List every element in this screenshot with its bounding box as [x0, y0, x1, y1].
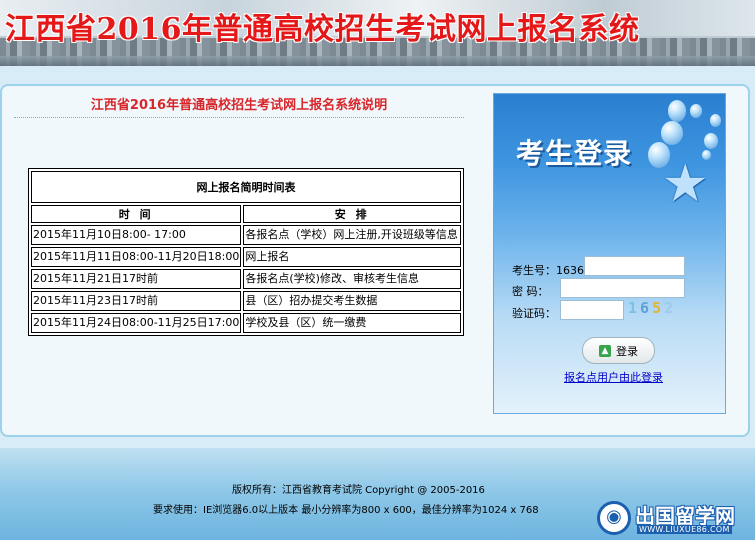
site-user-login-link[interactable]: 报名点用户由此登录	[564, 369, 663, 385]
table-row: 2015年11月11日08:00-11月20日18:00 网上报名	[31, 247, 461, 267]
row-arrangement: 各报名点（学校）网上注册,开设班级等信息	[243, 225, 461, 245]
exam-no-input[interactable]	[584, 256, 685, 276]
row-time: 2015年11月10日8:00- 17:00	[31, 225, 242, 245]
bubble-decoration	[704, 133, 718, 149]
bubble-decoration	[710, 114, 721, 127]
captcha-label: 验证码：	[512, 307, 556, 320]
row-arrangement: 各报名点(学校)修改、审核考生信息	[243, 269, 461, 289]
row-arrangement: 网上报名	[243, 247, 461, 267]
bubble-decoration	[690, 104, 702, 118]
row-time: 2015年11月23日17时前	[31, 291, 242, 311]
table-row: 2015年11月21日17时前 各报名点(学校)修改、审核考生信息	[31, 269, 461, 289]
bubble-decoration	[668, 100, 686, 122]
captcha-digit: 5	[652, 299, 665, 317]
header-arrangement: 安 排	[243, 205, 461, 223]
row-time: 2015年11月24日08:00-11月25日17:00	[31, 313, 242, 333]
password-label: 密 码：	[512, 285, 549, 298]
intro-title: 江西省2016年普通高校招生考试网上报名系统说明	[90, 98, 388, 113]
row-arrangement: 县（区）招办提交考生数据	[243, 291, 461, 311]
captcha-digit: 6	[640, 299, 653, 317]
watermark-url: WWW.LIUXUE86.COM	[637, 525, 732, 534]
schedule-table: 网上报名简明时间表 时 间 安 排 2015年11月10日8:00- 17:00…	[28, 168, 464, 336]
copyright-text: 版权所有：江西省教育考试院 Copyright @ 2005-2016	[232, 485, 485, 496]
table-row: 2015年11月23日17时前 县（区）招办提交考生数据	[31, 291, 461, 311]
row-arrangement: 学校及县（区）统一缴费	[243, 313, 461, 333]
watermark-logo-icon: ◉	[597, 501, 631, 535]
up-arrow-icon: ▲	[599, 344, 611, 357]
password-input[interactable]	[560, 278, 685, 298]
star-icon: ★	[662, 154, 709, 214]
row-time: 2015年11月21日17时前	[31, 269, 242, 289]
captcha-digit: 2	[664, 299, 677, 317]
captcha-image[interactable]: 1652	[628, 299, 676, 317]
header-banner: 江西省2016年普通高校招生考试网上报名系统	[0, 0, 755, 66]
exam-no-prefix: 1636	[556, 264, 584, 277]
login-button-label: 登录	[616, 344, 638, 358]
watermark: ◉ 出国留学网 WWW.LIUXUE86.COM	[597, 497, 755, 540]
login-title: 考生登录	[516, 137, 633, 170]
table-row: 2015年11月10日8:00- 17:00 各报名点（学校）网上注册,开设班级…	[31, 225, 461, 245]
login-button[interactable]: ▲ 登录	[582, 337, 655, 364]
captcha-digit: 1	[628, 299, 641, 317]
banner-shade	[0, 56, 755, 66]
divider	[14, 117, 464, 118]
header-time: 时 间	[31, 205, 242, 223]
table-row: 2015年11月24日08:00-11月25日17:00 学校及县（区）统一缴费	[31, 313, 461, 333]
row-time: 2015年11月11日08:00-11月20日18:00	[31, 247, 242, 267]
exam-no-label: 考生号：1636	[512, 264, 584, 277]
captcha-input[interactable]	[560, 300, 624, 320]
site-title: 江西省2016年普通高校招生考试网上报名系统	[5, 12, 640, 47]
table-caption: 网上报名简明时间表	[31, 171, 461, 203]
bubble-decoration	[661, 121, 683, 145]
requirements-text: 要求使用：IE浏览器6.0以上版本 最小分辨率为800 x 600，最佳分辨率为…	[153, 505, 539, 516]
